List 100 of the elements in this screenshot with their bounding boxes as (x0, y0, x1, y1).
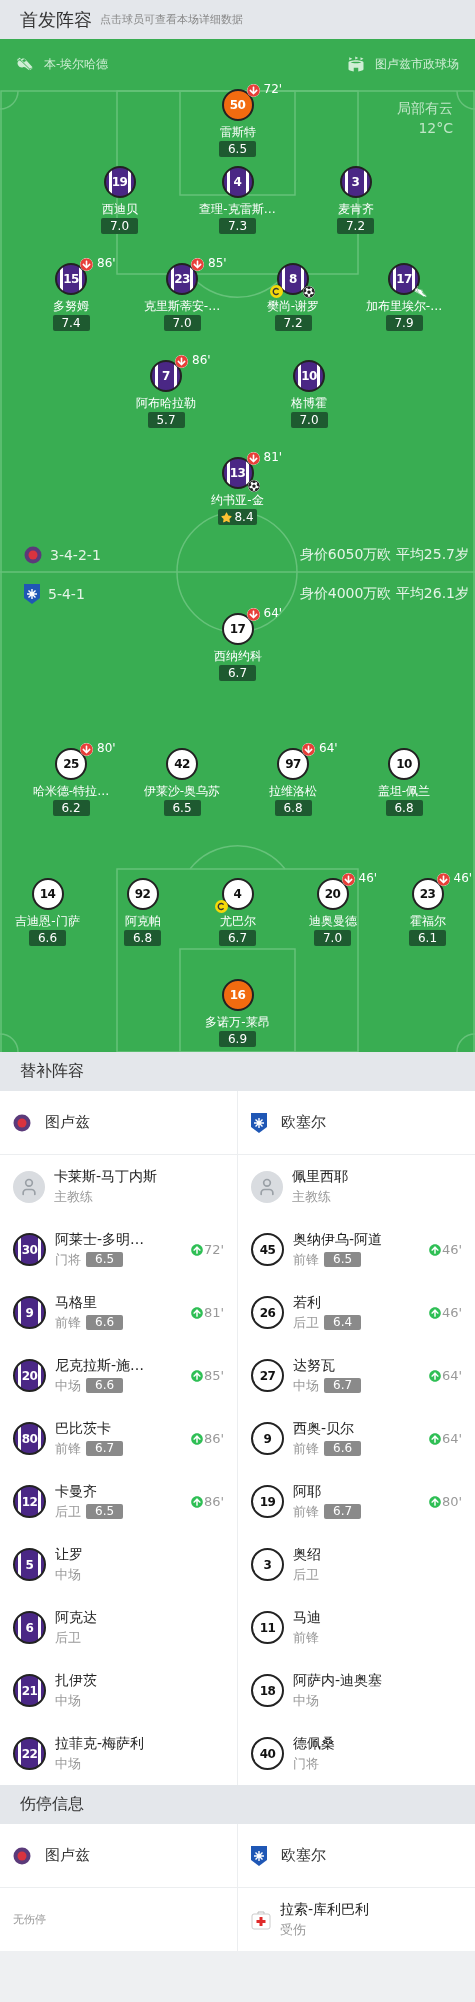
player-shirt[interactable]: 21 (13, 1674, 46, 1707)
player-rating: 6.6 (324, 1441, 362, 1456)
player-name: 西迪贝 (101, 201, 138, 217)
player-name[interactable]: 扎伊茨 (55, 1671, 224, 1690)
player-shirt[interactable]: 10 (293, 360, 325, 392)
player-name[interactable]: 阿萨内-迪奥塞 (293, 1671, 462, 1690)
player-shirt[interactable]: 92 (126, 878, 159, 910)
player-shirt[interactable]: 13 (221, 457, 254, 489)
player-shirt[interactable]: 12 (13, 1485, 46, 1518)
player-name[interactable]: 德佩桑 (293, 1734, 462, 1753)
sub-off-minute: 46' (358, 871, 378, 885)
team-name: 图卢兹 (45, 1846, 90, 1865)
sub-on-icon (190, 1495, 203, 1508)
player-shirt[interactable]: 27 (251, 1359, 284, 1392)
player-shirt[interactable]: 4 (221, 878, 254, 910)
sub-on-icon (190, 1369, 203, 1382)
player-shirt[interactable]: 22 (13, 1737, 46, 1770)
player-shirt[interactable]: 3 (251, 1548, 284, 1581)
player-shirt[interactable]: 14 (31, 878, 64, 910)
team-crest-icon (24, 545, 42, 564)
player-shirt[interactable]: 30 (13, 1233, 46, 1266)
player-name[interactable]: 巴比茨卡 (55, 1419, 182, 1438)
player-shirt[interactable]: 4 (221, 166, 254, 198)
player-name[interactable]: 阿莱士-多明… (55, 1230, 182, 1249)
sub-on-minute: 64' (441, 1368, 462, 1383)
player-shirt[interactable]: 3 (339, 166, 372, 198)
player-shirt[interactable]: 17 (388, 263, 420, 295)
player-shirt[interactable]: 5 (13, 1548, 46, 1581)
rating-value: 7.2 (283, 316, 303, 330)
rating-value: 6.5 (172, 801, 192, 815)
player-shirt[interactable]: 23 (166, 263, 198, 295)
player-position: 中场 (293, 1691, 319, 1710)
player-name: 约书亚-金 (211, 492, 264, 508)
rating-value: 6.9 (227, 1032, 248, 1046)
player-position: 后卫 (293, 1565, 319, 1584)
player-shirt[interactable]: 19 (251, 1485, 284, 1518)
section-title: 替补阵容 (20, 1061, 84, 1082)
whistle-icon (16, 55, 34, 73)
sub-on-minute: 80' (441, 1494, 462, 1509)
player-name[interactable]: 阿克达 (55, 1608, 224, 1627)
player-name[interactable]: 若利 (293, 1293, 420, 1312)
player-name[interactable]: 马迪 (293, 1608, 462, 1627)
player-shirt[interactable]: 42 (166, 748, 198, 780)
sub-off-icon (302, 743, 315, 756)
player-name[interactable]: 马格里 (55, 1293, 182, 1312)
rating-value: 6.8 (132, 931, 153, 945)
sub-off-icon (191, 258, 204, 271)
stadium-icon (347, 55, 365, 73)
player-name[interactable]: 奥纳伊乌-阿道 (293, 1230, 420, 1249)
player-name: 霍福尔 (409, 913, 446, 929)
sub-on-icon (428, 1369, 441, 1382)
player-shirt[interactable]: 40 (251, 1737, 284, 1770)
player-name: 阿布哈拉勒 (136, 395, 196, 411)
player-position: 中场 (55, 1376, 81, 1395)
sub-on-minute: 72' (203, 1242, 224, 1257)
player-shirt[interactable]: 80 (13, 1422, 46, 1455)
player-shirt[interactable]: 10 (388, 748, 420, 780)
player-shirt[interactable]: 15 (55, 263, 87, 295)
player-shirt[interactable]: 97 (277, 748, 309, 780)
player-name: 多努姆 (53, 298, 89, 314)
team-crest-icon (24, 583, 40, 604)
sub-off-icon (80, 258, 93, 271)
player-name: 雷斯特 (219, 124, 256, 140)
player-shirt[interactable]: 17 (221, 613, 254, 645)
sub-on-icon (428, 1495, 441, 1508)
player-name[interactable]: 阿耶 (293, 1482, 420, 1501)
player-shirt[interactable]: 26 (251, 1296, 284, 1329)
player-shirt[interactable]: 23 (411, 878, 444, 910)
player-name[interactable]: 让罗 (55, 1545, 224, 1564)
player-name: 盖坦-佩兰 (377, 783, 431, 799)
player-shirt[interactable]: 11 (251, 1611, 284, 1644)
player-name[interactable]: 拉索-库利巴利 (280, 1900, 462, 1919)
rating-value: 7.0 (299, 413, 319, 427)
player-shirt[interactable]: 20 (13, 1359, 46, 1392)
team-name: 欧塞尔 (281, 1846, 326, 1865)
player-shirt[interactable]: 9 (251, 1422, 284, 1455)
person-icon (19, 1176, 39, 1197)
team-name: 图卢兹 (45, 1113, 90, 1132)
sub-off-icon (175, 355, 188, 368)
player-shirt[interactable]: 45 (251, 1233, 284, 1266)
player-rating: 6.5 (86, 1504, 124, 1519)
coach-name: 卡莱斯-马丁内斯 (54, 1167, 159, 1186)
player-name[interactable]: 卡曼齐 (55, 1482, 182, 1501)
player-name[interactable]: 奥绍 (293, 1545, 462, 1564)
player-name[interactable]: 西奥-贝尔 (293, 1419, 420, 1438)
player-name[interactable]: 拉菲克-梅萨利 (55, 1734, 224, 1753)
player-shirt[interactable]: 18 (251, 1674, 284, 1707)
player-name[interactable]: 达努瓦 (293, 1356, 420, 1375)
player-shirt[interactable]: 25 (55, 748, 87, 780)
player-shirt[interactable]: 19 (103, 166, 136, 198)
sub-off-icon (341, 873, 355, 886)
player-shirt[interactable]: 6 (13, 1611, 46, 1644)
squad-value: 身价4000万欧 平均26.1岁 (299, 584, 469, 603)
player-name: 樊尚-谢罗 (266, 298, 320, 314)
player-shirt[interactable]: 7 (150, 360, 182, 392)
player-shirt[interactable]: 9 (13, 1296, 46, 1329)
player-shirt[interactable]: 8 (277, 263, 309, 295)
player-name[interactable]: 尼克拉斯-施… (55, 1356, 182, 1375)
sub-off-icon (436, 873, 450, 886)
player-shirt[interactable]: 20 (316, 878, 349, 910)
